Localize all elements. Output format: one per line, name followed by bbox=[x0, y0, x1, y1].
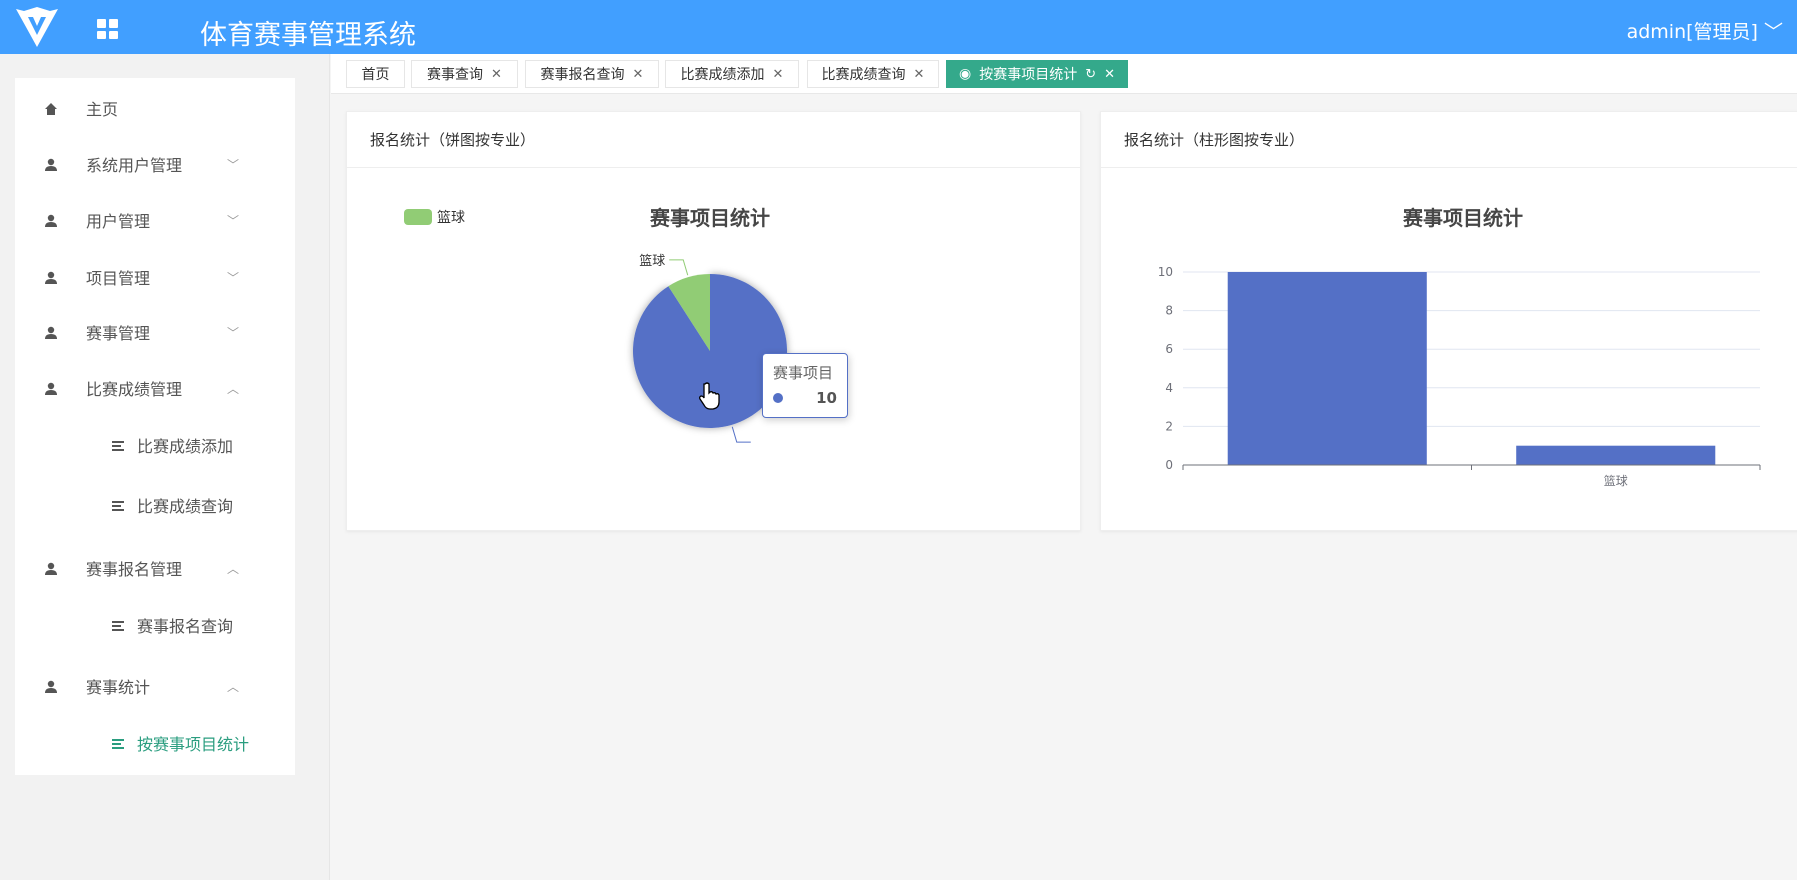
x-tick-label: 篮球 bbox=[1604, 473, 1628, 488]
bar bbox=[1227, 272, 1427, 465]
tooltip-value: 10 bbox=[816, 389, 837, 407]
tooltip-marker bbox=[773, 393, 783, 403]
bar-chart-title: 赛事项目统计 bbox=[1402, 206, 1523, 230]
pie-label-line bbox=[669, 259, 689, 276]
y-tick-label: 4 bbox=[1165, 381, 1173, 395]
pie-label-line bbox=[731, 426, 751, 443]
y-tick-label: 0 bbox=[1165, 458, 1173, 472]
legend-swatch bbox=[404, 209, 432, 225]
charts-layer: 赛事项目统计篮球篮球赛事项目统计0246810篮球 bbox=[404, 206, 1761, 488]
tooltip-series: 赛事项目 bbox=[773, 364, 834, 382]
y-tick-label: 2 bbox=[1165, 419, 1173, 433]
y-tick-label: 6 bbox=[1165, 342, 1173, 356]
hand-cursor-icon bbox=[699, 382, 720, 410]
legend-label: 篮球 bbox=[437, 210, 465, 226]
pie-chart-title: 赛事项目统计 bbox=[649, 206, 770, 230]
y-tick-label: 10 bbox=[1158, 265, 1173, 279]
pie-slice-label: 篮球 bbox=[639, 254, 665, 269]
y-tick-label: 8 bbox=[1165, 304, 1173, 318]
bar bbox=[1516, 445, 1716, 465]
pie-tooltip: 赛事项目 10 bbox=[762, 353, 848, 418]
